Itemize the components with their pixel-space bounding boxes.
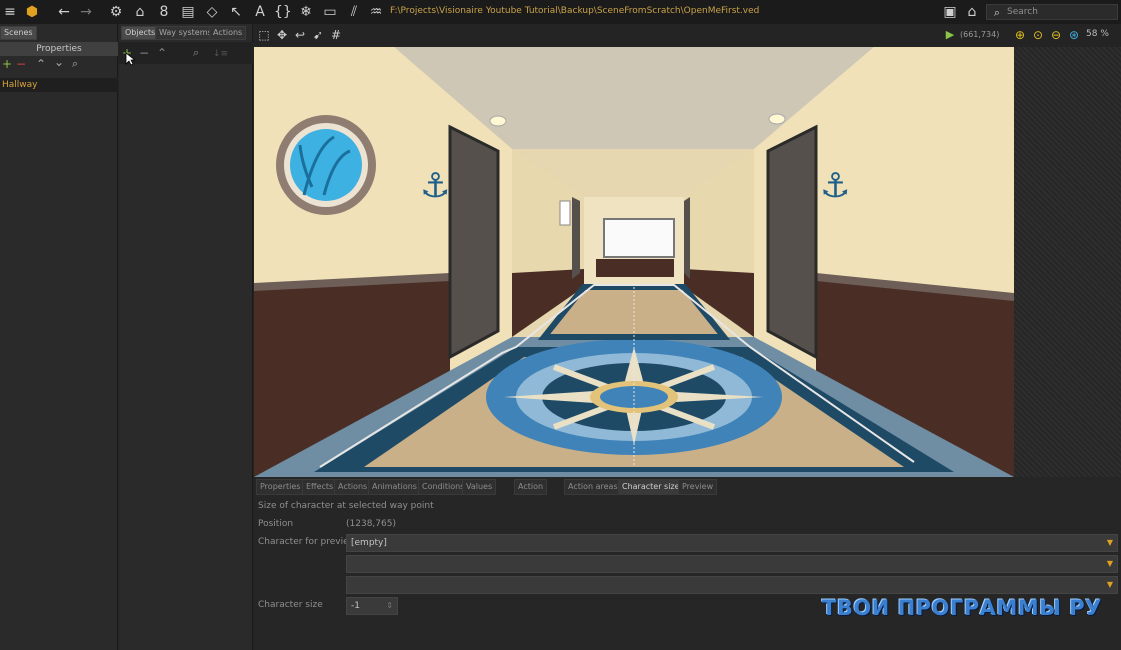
shader-icon[interactable]: ⫽ [346, 4, 362, 20]
zoom-out-icon[interactable]: ⊖ [1048, 27, 1064, 43]
font-icon[interactable]: A [252, 4, 268, 20]
cursor-icon[interactable]: ↖ [228, 4, 244, 20]
tab-action-areas[interactable]: Action areas [564, 479, 622, 495]
scenes-panel: Scenes Properties + − ⌃ ⌄ ⌕ Hallway [0, 24, 118, 650]
app-logo-icon: ⬢ [25, 4, 39, 20]
tertiary-select[interactable]: ▼ [346, 576, 1118, 594]
diamond-icon[interactable]: ◇ [204, 4, 220, 20]
remove-icon[interactable]: − [139, 47, 149, 59]
save-icon[interactable]: ▣ [942, 4, 958, 20]
gear-icon[interactable]: ⚙ [108, 4, 124, 20]
search-icon[interactable]: ⌕ [193, 47, 199, 59]
undo-icon[interactable]: ↩ [292, 27, 308, 43]
sort-icon[interactable]: ↓≡ [213, 48, 228, 60]
tab-values[interactable]: Values [462, 479, 497, 495]
dialog-icon[interactable]: ▭ [322, 4, 338, 20]
properties-header[interactable]: Properties [0, 42, 118, 56]
move-up-icon[interactable]: ⌃ [157, 47, 167, 59]
objects-panel: Objects Way systems Actions + − ⌃ ⌕ ↓≡ [119, 24, 253, 650]
secondary-select[interactable]: ▼ [346, 555, 1118, 573]
character-preview-select[interactable]: [empty] ▼ [346, 534, 1118, 552]
script-braces-icon[interactable]: {} [274, 4, 292, 20]
search-icon: ⌕ [993, 6, 1001, 19]
panel-description: Size of character at selected way point [258, 501, 434, 511]
position-value: (1238,765) [346, 519, 396, 529]
tab-actions[interactable]: Actions [209, 26, 247, 40]
remove-icon[interactable]: − [16, 58, 26, 70]
character-size-label: Character size [258, 600, 323, 610]
cursor-coords: (661,734) [960, 30, 1000, 39]
tab-properties[interactable]: Properties [256, 479, 305, 495]
character-preview-value: [empty] [351, 538, 387, 548]
zoom-fit-icon[interactable]: ⊛ [1066, 27, 1082, 43]
objects-toolbar: + − ⌃ ⌕ ↓≡ [119, 42, 253, 64]
scene-illustration: ⚓ ⚓ [254, 47, 1014, 477]
tab-way-systems[interactable]: Way systems [155, 26, 216, 40]
character-size-stepper[interactable]: -1 ⇕ [346, 597, 398, 615]
scene-viewport[interactable]: ⚓ ⚓ [254, 47, 1014, 477]
watermark: ТВОИ ПРОГРАММЫ РУ [822, 596, 1102, 620]
menu-icon[interactable]: ≡ [2, 4, 18, 20]
grid-icon[interactable]: # [328, 27, 344, 43]
main-toolbar: ≡ ⬢ ← → ⚙ ⌂ 8 ▤ ◇ ↖ A {} ❄ ▭ ⫽ ♒ F:\Proj… [0, 0, 1121, 24]
particle-icon[interactable]: ❄ [298, 4, 314, 20]
tab-actions[interactable]: Actions [334, 479, 372, 495]
project-path: F:\Projects\Visionaire Youtube Tutorial\… [390, 6, 760, 16]
tab-preview[interactable]: Preview [678, 479, 718, 495]
view-toolbar: ⬚ ✥ ↩ ➹ # ▶ (661,734) ⊕ ⊙ ⊖ ⊛ 58 % [254, 24, 1121, 46]
position-label: Position [258, 519, 294, 529]
add-icon[interactable]: + [2, 58, 12, 70]
pointer-icon[interactable]: ➹ [310, 27, 326, 43]
character-icon[interactable]: 8 [156, 4, 172, 20]
dropdown-arrow-icon: ▼ [1106, 580, 1113, 589]
tab-conditions[interactable]: Conditions [418, 479, 469, 495]
svg-text:⚓: ⚓ [820, 166, 850, 206]
zoom-level: 58 % [1086, 29, 1109, 39]
back-arrow-icon[interactable]: ← [56, 4, 72, 20]
character-preview-label: Character for preview [258, 537, 357, 547]
dropdown-arrow-icon: ▼ [1106, 538, 1113, 547]
tab-action[interactable]: Action [514, 479, 548, 495]
tab-effects[interactable]: Effects [302, 479, 338, 495]
home-save-icon[interactable]: ⌂ [964, 4, 980, 20]
select-rect-icon[interactable]: ⬚ [256, 27, 272, 43]
interface-icon[interactable]: ▤ [180, 4, 196, 20]
mouse-cursor-icon [125, 52, 135, 66]
svg-text:⚓: ⚓ [420, 166, 450, 206]
tab-objects[interactable]: Objects [121, 26, 160, 40]
zoom-in-icon[interactable]: ⊕ [1012, 27, 1028, 43]
tab-scenes[interactable]: Scenes [0, 26, 37, 40]
viewport-margin [1014, 47, 1121, 477]
search-input[interactable]: ⌕ Search [986, 4, 1118, 20]
zoom-icon[interactable]: ⊙ [1030, 27, 1046, 43]
search-icon[interactable]: ⌕ [72, 58, 78, 70]
move-down-icon[interactable]: ⌄ [54, 56, 64, 68]
search-placeholder: Search [1007, 7, 1038, 17]
move-icon[interactable]: ✥ [274, 27, 290, 43]
tab-animations[interactable]: Animations [368, 479, 421, 495]
scene-item-hallway[interactable]: Hallway [0, 78, 118, 92]
play-icon[interactable]: ▶ [942, 27, 958, 43]
character-size-value: -1 [351, 601, 360, 611]
dropdown-arrow-icon: ▼ [1106, 559, 1113, 568]
stepper-arrows-icon: ⇕ [386, 601, 393, 610]
tab-character-size[interactable]: Character size [618, 479, 684, 495]
audio-icon[interactable]: ♒ [368, 4, 384, 20]
forward-arrow-icon[interactable]: → [78, 4, 94, 20]
move-up-icon[interactable]: ⌃ [36, 58, 46, 70]
properties-panel: Properties Effects Actions Animations Co… [254, 477, 1121, 650]
home-icon[interactable]: ⌂ [132, 4, 148, 20]
